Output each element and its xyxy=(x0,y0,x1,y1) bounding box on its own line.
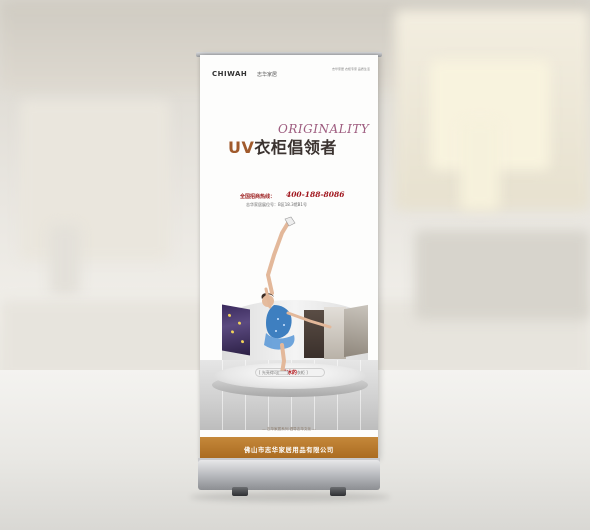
hotline-number: 400-188-8086 xyxy=(286,190,345,199)
sofa-blur xyxy=(415,230,590,320)
company-name: 佛山市志华家居用品有限公司 xyxy=(244,447,334,454)
scene-background: CHIWAH 志华家居 志华家居 衣柜专家 品质生活 ORIGINALITY U… xyxy=(0,0,590,530)
banner-stand-base xyxy=(198,460,380,490)
booth-address: 志华家居展位号：B区18.3馆B1号 xyxy=(246,202,307,207)
headline-cn: 衣柜倡领者 xyxy=(254,138,337,157)
footer-band: 佛山市志华家居用品有限公司 xyxy=(200,437,378,460)
lamp-blur xyxy=(460,120,500,210)
rollup-banner: CHIWAH 志华家居 志华家居 衣柜专家 品质生活 ORIGINALITY U… xyxy=(200,55,378,460)
shelf-blur xyxy=(20,100,170,260)
brand-logo: CHIWAH xyxy=(212,70,248,78)
stand-foot-right xyxy=(330,487,346,496)
stand-foot-left xyxy=(232,487,248,496)
small-tagline: 志华家居 衣柜专家 品质生活 xyxy=(332,67,370,71)
stand-shadow xyxy=(190,492,390,502)
hotline-label: 全国招商热线： xyxy=(240,194,276,200)
brand-name-cn: 志华家居 xyxy=(257,72,278,78)
headline: UV衣柜倡领者 xyxy=(228,134,337,158)
figure-skater-image xyxy=(261,216,332,375)
bottom-slogan: — 志华家居系列 倡导志华文化 — xyxy=(262,427,316,431)
vase-blur xyxy=(50,225,80,295)
headline-uv: UV xyxy=(228,138,255,157)
